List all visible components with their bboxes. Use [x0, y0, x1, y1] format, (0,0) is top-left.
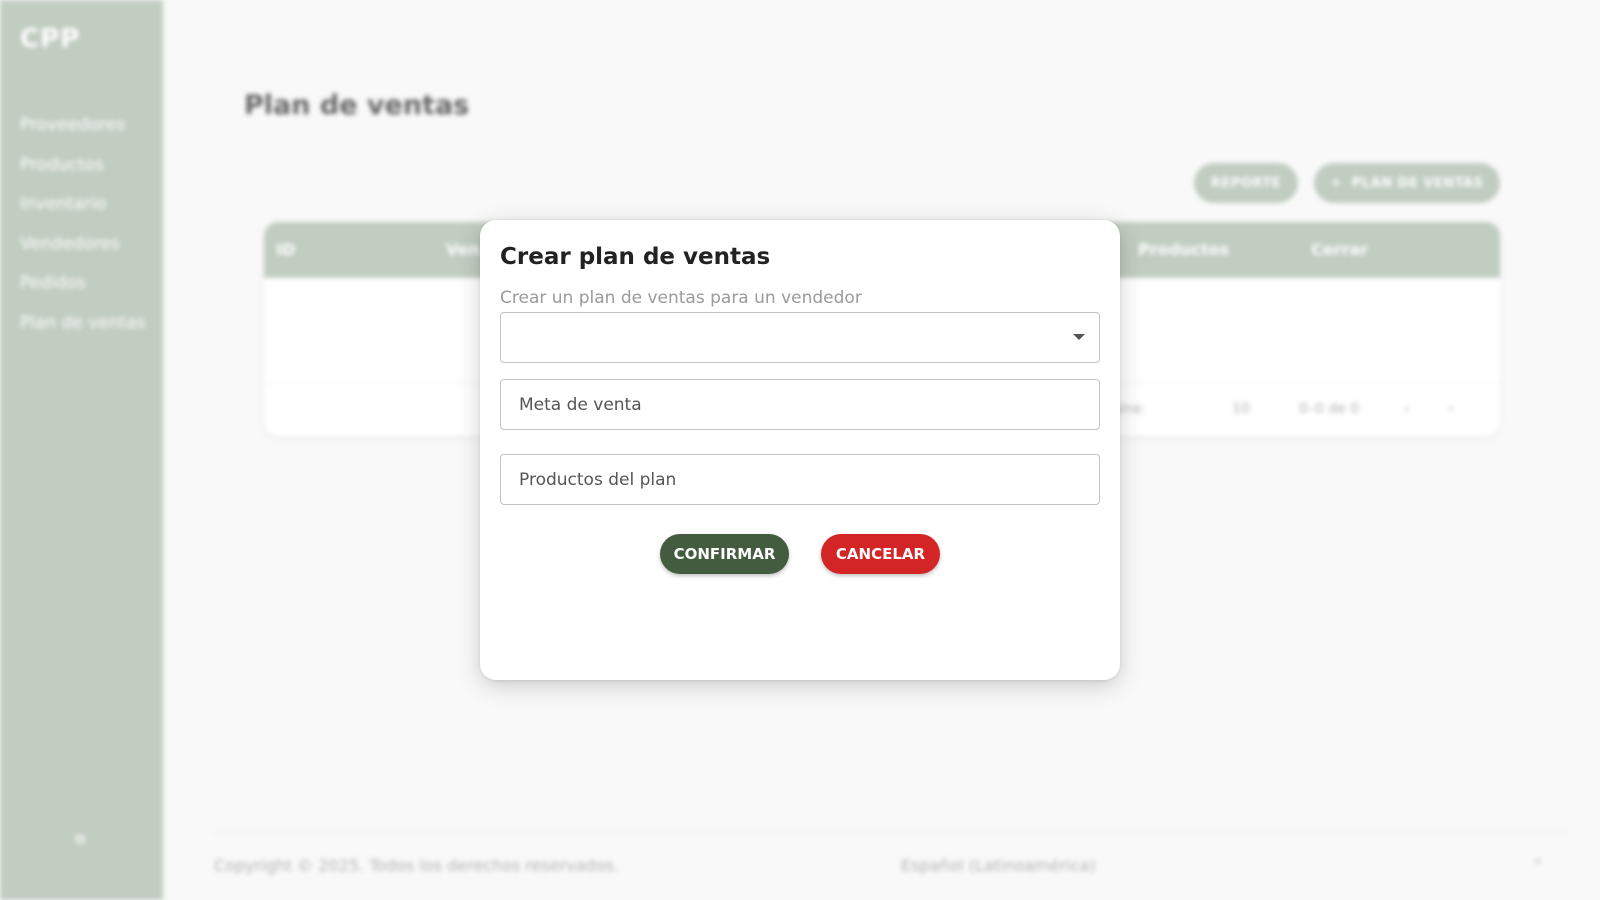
create-sales-plan-dialog: Crear plan de ventas Crear un plan de ve…	[480, 220, 1120, 680]
confirm-button[interactable]: CONFIRMAR	[660, 534, 789, 574]
dropdown-arrow-icon	[1073, 334, 1085, 340]
dialog-title: Crear plan de ventas	[500, 244, 771, 270]
cancel-button[interactable]: CANCELAR	[821, 534, 940, 574]
dialog-subtitle: Crear un plan de ventas para un vendedor	[500, 288, 862, 308]
vendor-select[interactable]	[500, 312, 1100, 363]
plan-products-input[interactable]	[500, 454, 1100, 505]
sales-goal-input[interactable]	[500, 379, 1100, 430]
